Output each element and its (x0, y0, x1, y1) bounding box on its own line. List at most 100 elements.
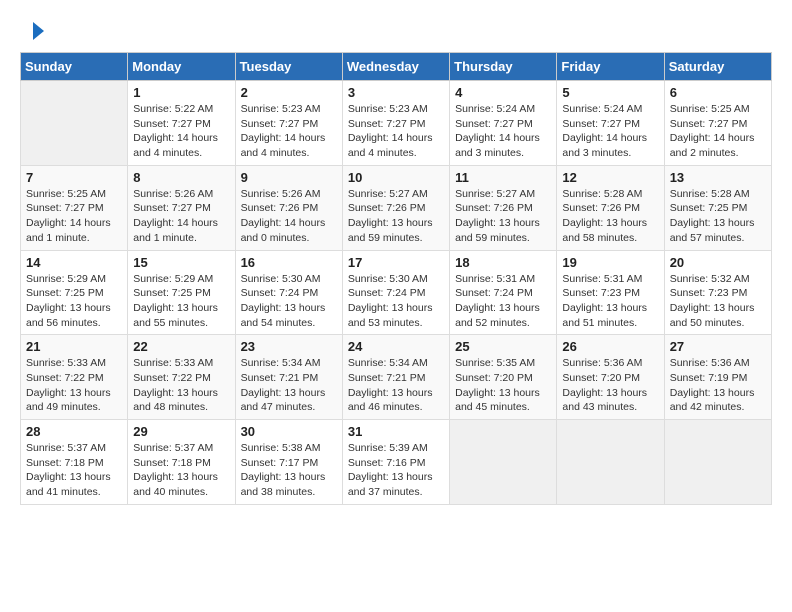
day-info: Sunrise: 5:34 AMSunset: 7:21 PMDaylight:… (241, 356, 337, 415)
day-number: 20 (670, 255, 766, 270)
day-info: Sunrise: 5:37 AMSunset: 7:18 PMDaylight:… (26, 441, 122, 500)
calendar-cell: 12Sunrise: 5:28 AMSunset: 7:26 PMDayligh… (557, 165, 664, 250)
calendar-cell: 31Sunrise: 5:39 AMSunset: 7:16 PMDayligh… (342, 420, 449, 505)
day-number: 14 (26, 255, 122, 270)
day-number: 30 (241, 424, 337, 439)
header (20, 20, 772, 42)
day-info: Sunrise: 5:36 AMSunset: 7:19 PMDaylight:… (670, 356, 766, 415)
logo-flag-icon (22, 20, 44, 42)
day-info: Sunrise: 5:38 AMSunset: 7:17 PMDaylight:… (241, 441, 337, 500)
day-of-week-header: Saturday (664, 53, 771, 81)
calendar-cell: 7Sunrise: 5:25 AMSunset: 7:27 PMDaylight… (21, 165, 128, 250)
calendar-cell: 2 Sunrise: 5:23 AMSunset: 7:27 PMDaylight… (235, 81, 342, 166)
calendar-cell: 29 Sunrise: 5:37 AMSunset: 7:18 PMDayligh… (128, 420, 235, 505)
calendar-cell: 26 Sunrise: 5:36 AMSunset: 7:20 PMDayligh… (557, 335, 664, 420)
calendar-cell (21, 81, 128, 166)
day-info: Sunrise: 5:23 AMSunset: 7:27 PMDaylight:… (348, 102, 444, 161)
calendar-cell: 21Sunrise: 5:33 AMSunset: 7:22 PMDayligh… (21, 335, 128, 420)
day-number: 6 (670, 85, 766, 100)
day-info: Sunrise: 5:27 AMSunset: 7:26 PMDaylight:… (348, 187, 444, 246)
day-number: 17 (348, 255, 444, 270)
day-number: 2 (241, 85, 337, 100)
day-number: 28 (26, 424, 122, 439)
day-number: 22 (133, 339, 229, 354)
day-number: 3 (348, 85, 444, 100)
day-number: 13 (670, 170, 766, 185)
day-info: Sunrise: 5:36 AMSunset: 7:20 PMDaylight:… (562, 356, 658, 415)
day-info: Sunrise: 5:33 AMSunset: 7:22 PMDaylight:… (133, 356, 229, 415)
day-number: 23 (241, 339, 337, 354)
day-info: Sunrise: 5:25 AMSunset: 7:27 PMDaylight:… (670, 102, 766, 161)
day-number: 8 (133, 170, 229, 185)
day-number: 24 (348, 339, 444, 354)
day-info: Sunrise: 5:33 AMSunset: 7:22 PMDaylight:… (26, 356, 122, 415)
calendar-cell (664, 420, 771, 505)
calendar-week-row: 28 Sunrise: 5:37 AMSunset: 7:18 PMDayligh… (21, 420, 772, 505)
day-number: 7 (26, 170, 122, 185)
day-info: Sunrise: 5:31 AMSunset: 7:24 PMDaylight:… (455, 272, 551, 331)
day-info: Sunrise: 5:26 AMSunset: 7:27 PMDaylight:… (133, 187, 229, 246)
day-of-week-header: Wednesday (342, 53, 449, 81)
calendar-cell: 27 Sunrise: 5:36 AMSunset: 7:19 PMDayligh… (664, 335, 771, 420)
day-info: Sunrise: 5:35 AMSunset: 7:20 PMDaylight:… (455, 356, 551, 415)
day-info: Sunrise: 5:31 AMSunset: 7:23 PMDaylight:… (562, 272, 658, 331)
day-info: Sunrise: 5:30 AMSunset: 7:24 PMDaylight:… (241, 272, 337, 331)
day-number: 27 (670, 339, 766, 354)
day-info: Sunrise: 5:30 AMSunset: 7:24 PMDaylight:… (348, 272, 444, 331)
day-number: 11 (455, 170, 551, 185)
day-number: 18 (455, 255, 551, 270)
calendar-cell: 25 Sunrise: 5:35 AMSunset: 7:20 PMDayligh… (450, 335, 557, 420)
calendar-cell: 18 Sunrise: 5:31 AMSunset: 7:24 PMDayligh… (450, 250, 557, 335)
day-of-week-header: Friday (557, 53, 664, 81)
day-number: 31 (348, 424, 444, 439)
calendar-cell: 3 Sunrise: 5:23 AMSunset: 7:27 PMDaylight… (342, 81, 449, 166)
calendar-cell (450, 420, 557, 505)
day-number: 1 (133, 85, 229, 100)
calendar-table: SundayMondayTuesdayWednesdayThursdayFrid… (20, 52, 772, 505)
calendar-cell: 20 Sunrise: 5:32 AMSunset: 7:23 PMDayligh… (664, 250, 771, 335)
calendar-cell: 19 Sunrise: 5:31 AMSunset: 7:23 PMDayligh… (557, 250, 664, 335)
day-of-week-header: Monday (128, 53, 235, 81)
day-number: 16 (241, 255, 337, 270)
day-number: 19 (562, 255, 658, 270)
calendar-cell: 23 Sunrise: 5:34 AMSunset: 7:21 PMDayligh… (235, 335, 342, 420)
calendar-cell: 11 Sunrise: 5:27 AMSunset: 7:26 PMDayligh… (450, 165, 557, 250)
calendar-cell: 4Sunrise: 5:24 AMSunset: 7:27 PMDaylight… (450, 81, 557, 166)
logo (20, 20, 46, 42)
calendar-cell: 14 Sunrise: 5:29 AMSunset: 7:25 PMDayligh… (21, 250, 128, 335)
day-info: Sunrise: 5:29 AMSunset: 7:25 PMDaylight:… (26, 272, 122, 331)
day-number: 25 (455, 339, 551, 354)
day-info: Sunrise: 5:32 AMSunset: 7:23 PMDaylight:… (670, 272, 766, 331)
calendar-cell: 15 Sunrise: 5:29 AMSunset: 7:25 PMDayligh… (128, 250, 235, 335)
day-info: Sunrise: 5:34 AMSunset: 7:21 PMDaylight:… (348, 356, 444, 415)
calendar-week-row: 21Sunrise: 5:33 AMSunset: 7:22 PMDayligh… (21, 335, 772, 420)
day-of-week-header: Sunday (21, 53, 128, 81)
calendar-cell: 9 Sunrise: 5:26 AMSunset: 7:26 PMDaylight… (235, 165, 342, 250)
day-number: 26 (562, 339, 658, 354)
calendar-cell: 5Sunrise: 5:24 AMSunset: 7:27 PMDaylight… (557, 81, 664, 166)
day-info: Sunrise: 5:28 AMSunset: 7:25 PMDaylight:… (670, 187, 766, 246)
calendar-cell: 10 Sunrise: 5:27 AMSunset: 7:26 PMDayligh… (342, 165, 449, 250)
day-info: Sunrise: 5:26 AMSunset: 7:26 PMDaylight:… (241, 187, 337, 246)
day-info: Sunrise: 5:28 AMSunset: 7:26 PMDaylight:… (562, 187, 658, 246)
calendar-week-row: 7Sunrise: 5:25 AMSunset: 7:27 PMDaylight… (21, 165, 772, 250)
calendar-cell: 22 Sunrise: 5:33 AMSunset: 7:22 PMDayligh… (128, 335, 235, 420)
calendar-cell: 13 Sunrise: 5:28 AMSunset: 7:25 PMDayligh… (664, 165, 771, 250)
calendar-week-row: 1 Sunrise: 5:22 AMSunset: 7:27 PMDaylight… (21, 81, 772, 166)
calendar-cell: 6 Sunrise: 5:25 AMSunset: 7:27 PMDaylight… (664, 81, 771, 166)
calendar-cell: 16 Sunrise: 5:30 AMSunset: 7:24 PMDayligh… (235, 250, 342, 335)
calendar-cell: 30 Sunrise: 5:38 AMSunset: 7:17 PMDayligh… (235, 420, 342, 505)
calendar-cell: 24 Sunrise: 5:34 AMSunset: 7:21 PMDayligh… (342, 335, 449, 420)
day-number: 29 (133, 424, 229, 439)
day-number: 15 (133, 255, 229, 270)
day-number: 9 (241, 170, 337, 185)
day-info: Sunrise: 5:37 AMSunset: 7:18 PMDaylight:… (133, 441, 229, 500)
day-info: Sunrise: 5:23 AMSunset: 7:27 PMDaylight:… (241, 102, 337, 161)
day-info: Sunrise: 5:27 AMSunset: 7:26 PMDaylight:… (455, 187, 551, 246)
day-info: Sunrise: 5:22 AMSunset: 7:27 PMDaylight:… (133, 102, 229, 161)
day-number: 10 (348, 170, 444, 185)
day-info: Sunrise: 5:29 AMSunset: 7:25 PMDaylight:… (133, 272, 229, 331)
day-of-week-header: Thursday (450, 53, 557, 81)
day-of-week-header: Tuesday (235, 53, 342, 81)
calendar-header-row: SundayMondayTuesdayWednesdayThursdayFrid… (21, 53, 772, 81)
